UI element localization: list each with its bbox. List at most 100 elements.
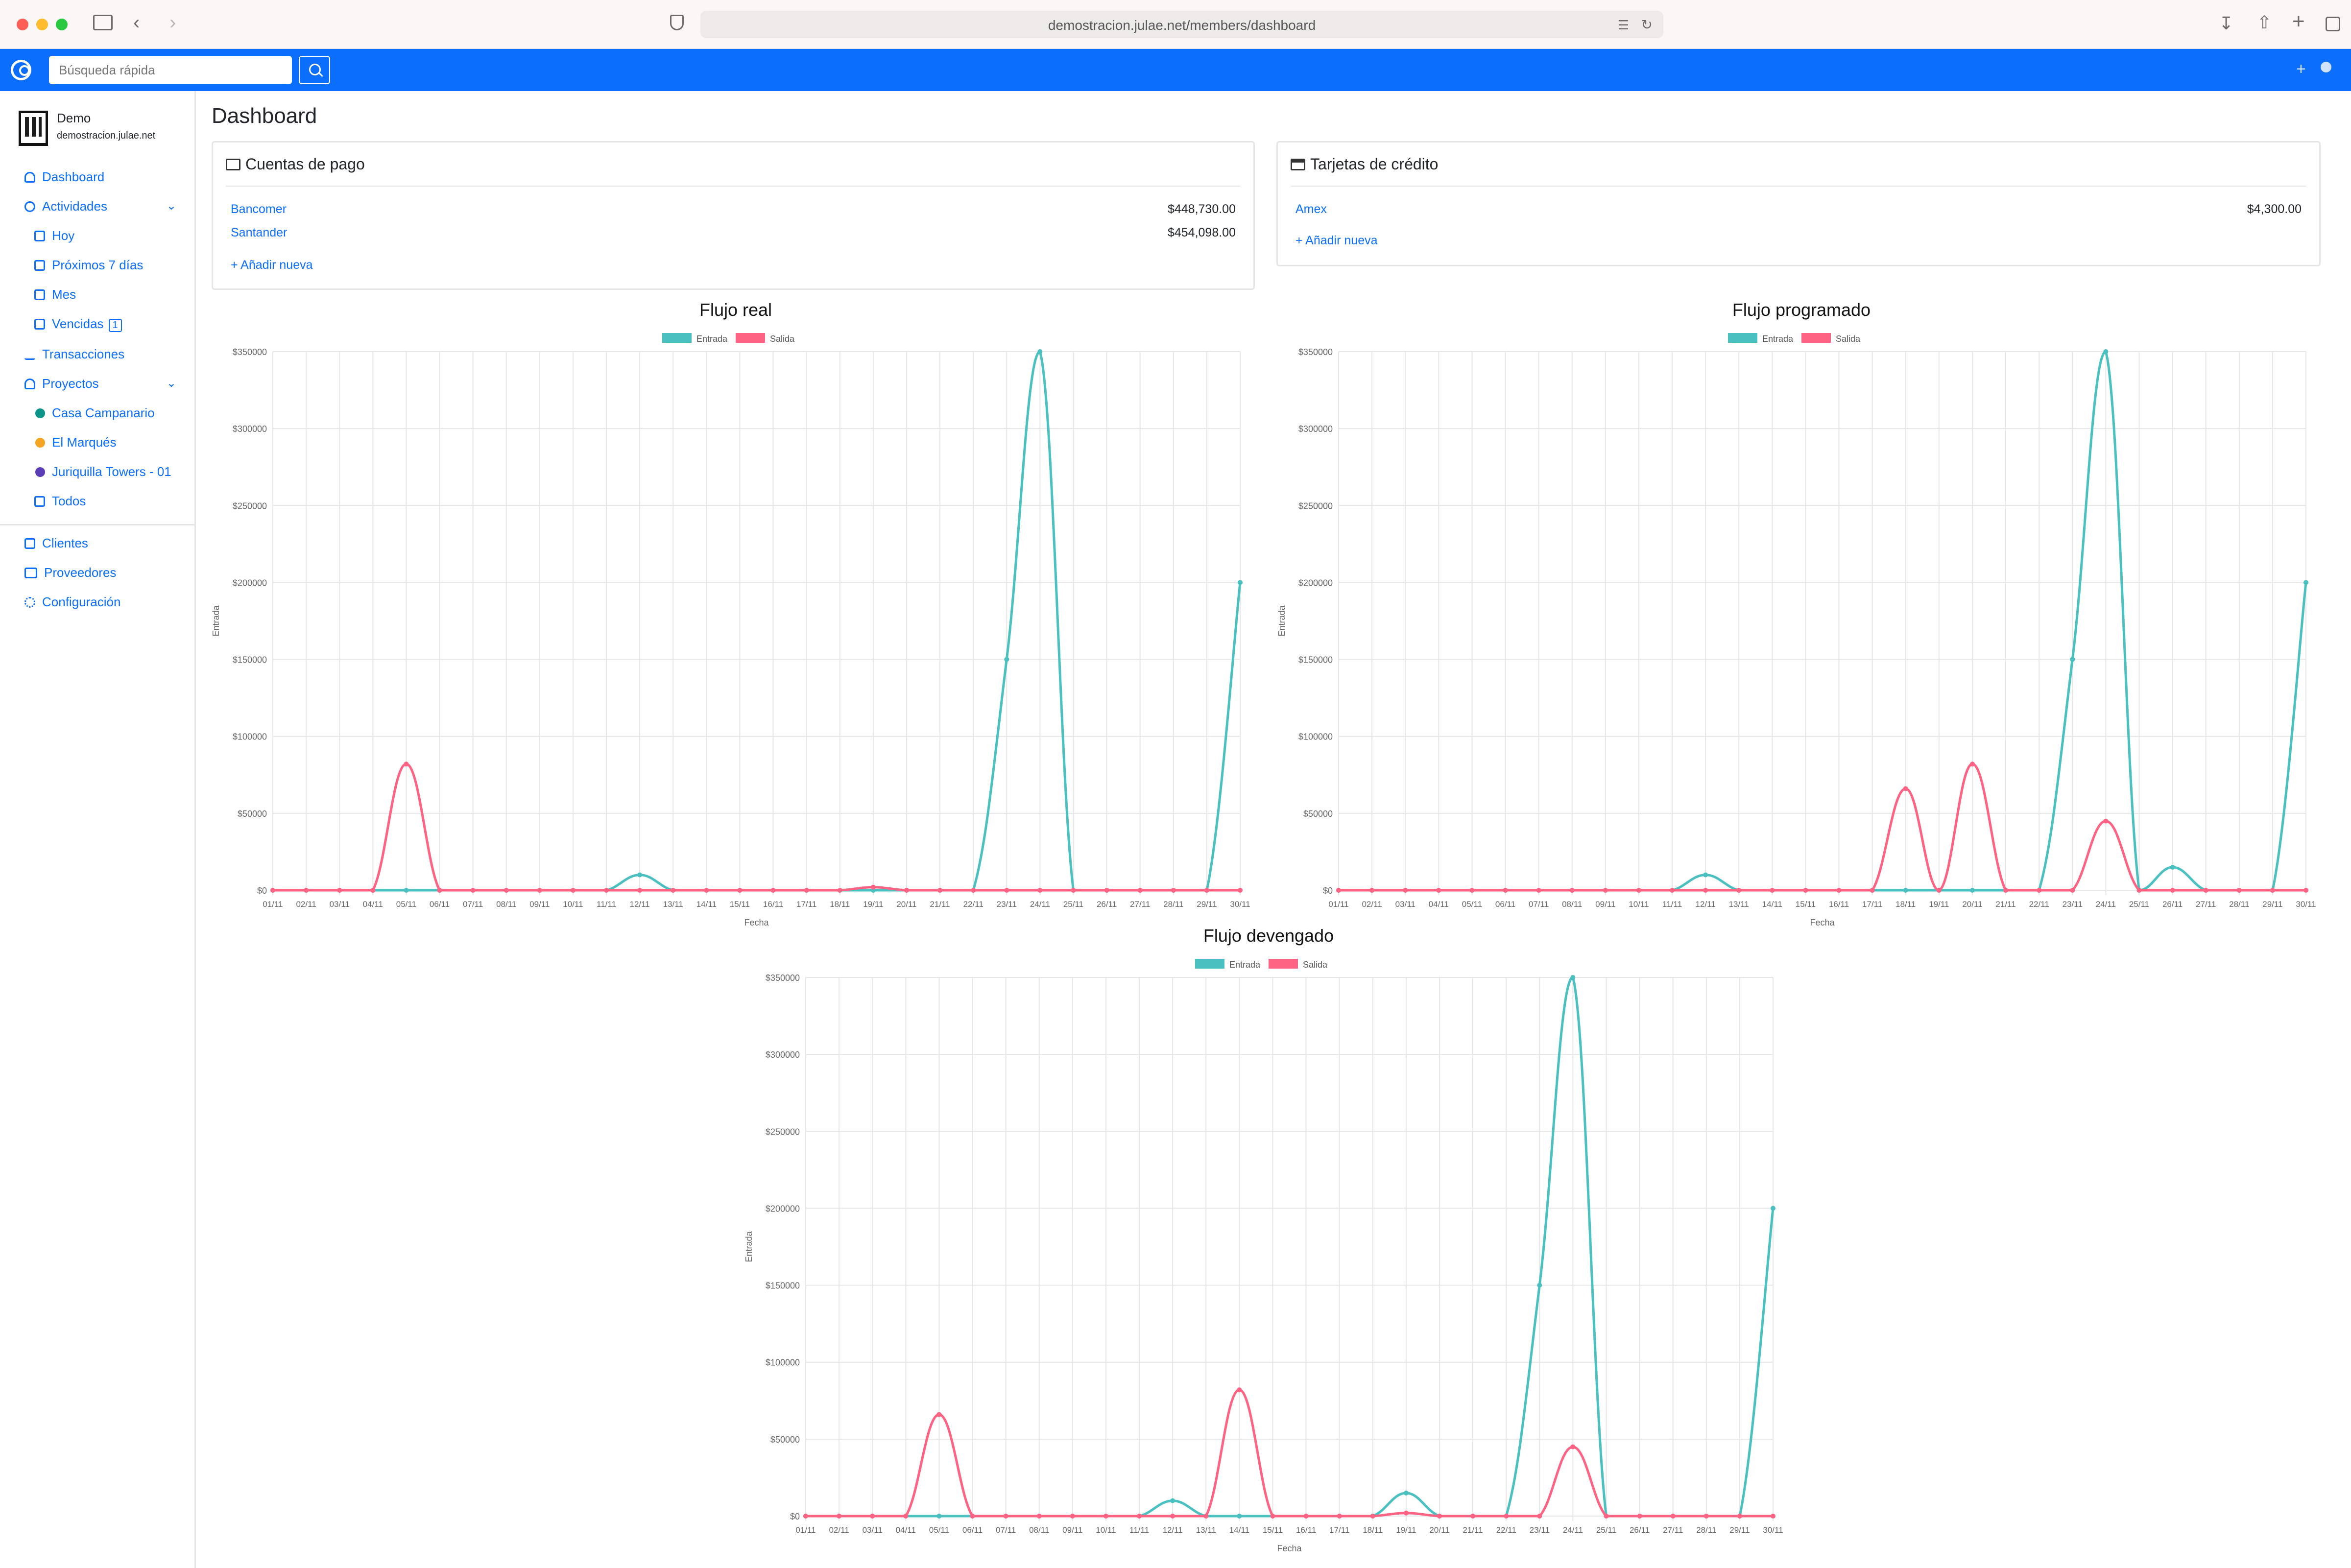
legend-label[interactable]: Salida xyxy=(1836,334,1861,344)
data-point-salida[interactable] xyxy=(971,888,976,893)
legend-swatch-entrada[interactable] xyxy=(1728,333,1757,343)
data-point-salida[interactable] xyxy=(837,888,842,893)
data-point-salida[interactable] xyxy=(1569,888,1575,893)
data-point-entrada[interactable] xyxy=(2170,864,2175,870)
data-point-salida[interactable] xyxy=(1437,1514,1442,1519)
data-point-entrada[interactable] xyxy=(1170,1498,1176,1503)
data-point-salida[interactable] xyxy=(1370,1514,1375,1519)
data-point-salida[interactable] xyxy=(671,888,676,893)
add-account-link[interactable]: + Añadir nueva xyxy=(231,258,313,272)
data-point-entrada[interactable] xyxy=(1238,580,1243,585)
data-point-salida[interactable] xyxy=(1604,1514,1609,1519)
share-icon[interactable]: ⇧ xyxy=(2257,13,2272,32)
close-window-icon[interactable] xyxy=(17,19,28,30)
sidebar-item-mes[interactable]: Mes xyxy=(34,287,76,302)
data-point-salida[interactable] xyxy=(504,888,509,893)
data-point-salida[interactable] xyxy=(1238,888,1243,893)
data-point-salida[interactable] xyxy=(1870,888,1875,893)
data-point-salida[interactable] xyxy=(1836,888,1842,893)
data-point-salida[interactable] xyxy=(1403,888,1408,893)
data-point-salida[interactable] xyxy=(1670,888,1675,893)
data-point-salida[interactable] xyxy=(1736,888,1742,893)
sidebar-item-todos[interactable]: Todos xyxy=(34,494,86,509)
data-point-entrada[interactable] xyxy=(404,888,409,893)
translate-icon[interactable]: ☰ xyxy=(1618,18,1629,33)
data-point-salida[interactable] xyxy=(1469,888,1475,893)
data-point-entrada[interactable] xyxy=(637,872,643,878)
data-point-entrada[interactable] xyxy=(1237,1514,1242,1519)
legend-label[interactable]: Entrada xyxy=(1229,960,1261,970)
data-point-salida[interactable] xyxy=(1536,888,1541,893)
card-link-amex[interactable]: Amex xyxy=(1295,202,1327,216)
data-point-salida[interactable] xyxy=(936,1412,942,1417)
chevron-down-icon[interactable]: ⌄ xyxy=(167,199,176,213)
legend-swatch-salida[interactable] xyxy=(1801,333,1831,343)
address-bar[interactable]: demostracion.julae.net/members/dashboard… xyxy=(700,11,1663,38)
legend-swatch-salida[interactable] xyxy=(1269,959,1298,969)
sidebar-item-casa-campanario[interactable]: Casa Campanario xyxy=(35,405,155,421)
data-point-entrada[interactable] xyxy=(1537,1283,1542,1288)
data-point-salida[interactable] xyxy=(1770,888,1775,893)
data-point-salida[interactable] xyxy=(370,888,376,893)
data-point-salida[interactable] xyxy=(770,888,776,893)
data-point-salida[interactable] xyxy=(903,1514,909,1519)
sidebar-item-dashboard[interactable]: Dashboard xyxy=(24,169,104,185)
data-point-entrada[interactable] xyxy=(2070,657,2075,662)
data-point-salida[interactable] xyxy=(2270,888,2275,893)
data-point-salida[interactable] xyxy=(870,884,876,890)
data-point-salida[interactable] xyxy=(270,888,275,893)
data-point-salida[interactable] xyxy=(1936,888,1942,893)
sidebar-item-transacciones[interactable]: Transacciones xyxy=(24,347,124,362)
data-point-salida[interactable] xyxy=(1237,1387,1242,1393)
data-point-salida[interactable] xyxy=(2303,888,2308,893)
data-point-salida[interactable] xyxy=(570,888,576,893)
data-point-salida[interactable] xyxy=(1504,1514,1509,1519)
data-point-salida[interactable] xyxy=(2236,888,2242,893)
data-point-salida[interactable] xyxy=(1171,888,1176,893)
legend-label[interactable]: Salida xyxy=(1303,960,1328,970)
data-point-salida[interactable] xyxy=(1170,1514,1176,1519)
data-point-entrada[interactable] xyxy=(1903,888,1908,893)
data-point-salida[interactable] xyxy=(1803,888,1808,893)
sidebar-item-clientes[interactable]: Clientes xyxy=(24,536,88,551)
legend-label[interactable]: Entrada xyxy=(696,334,728,344)
sidebar-item-vencidas[interactable]: Vencidas 1 xyxy=(34,316,122,332)
data-point-entrada[interactable] xyxy=(1037,349,1043,354)
data-point-salida[interactable] xyxy=(1637,1514,1642,1519)
data-point-entrada[interactable] xyxy=(1403,1490,1409,1496)
data-point-salida[interactable] xyxy=(1336,888,1341,893)
data-point-salida[interactable] xyxy=(1004,888,1009,893)
data-point-salida[interactable] xyxy=(1703,1514,1709,1519)
data-point-salida[interactable] xyxy=(1436,888,1441,893)
data-point-salida[interactable] xyxy=(2070,888,2075,893)
data-point-salida[interactable] xyxy=(1203,1514,1209,1519)
data-point-salida[interactable] xyxy=(803,1514,808,1519)
data-point-salida[interactable] xyxy=(2003,888,2009,893)
new-tab-icon[interactable]: + xyxy=(2292,11,2305,32)
data-point-salida[interactable] xyxy=(1204,888,1209,893)
data-point-salida[interactable] xyxy=(1503,888,1508,893)
sidebar-toggle-icon[interactable] xyxy=(93,15,113,30)
add-icon[interactable]: + xyxy=(2296,60,2306,79)
data-point-salida[interactable] xyxy=(904,888,909,893)
sidebar-item-hoy[interactable]: Hoy xyxy=(34,228,74,243)
data-point-entrada[interactable] xyxy=(1771,1206,1775,1211)
data-point-salida[interactable] xyxy=(704,888,709,893)
data-point-salida[interactable] xyxy=(1670,1514,1676,1519)
add-card-link[interactable]: + Añadir nueva xyxy=(1295,234,1378,248)
legend-label[interactable]: Salida xyxy=(770,334,795,344)
zoom-window-icon[interactable] xyxy=(56,19,68,30)
legend-swatch-entrada[interactable] xyxy=(662,333,692,343)
data-point-salida[interactable] xyxy=(1903,786,1908,791)
data-point-salida[interactable] xyxy=(304,888,309,893)
data-point-entrada[interactable] xyxy=(936,1514,942,1519)
data-point-salida[interactable] xyxy=(2103,818,2109,824)
privacy-shield-icon[interactable] xyxy=(670,15,684,30)
data-point-salida[interactable] xyxy=(1071,888,1076,893)
chevron-down-icon[interactable]: ⌄ xyxy=(167,376,176,390)
data-point-salida[interactable] xyxy=(970,1514,975,1519)
sidebar-item-configuracion[interactable]: Configuración xyxy=(24,594,120,610)
data-point-salida[interactable] xyxy=(337,888,342,893)
sidebar-item-proyectos[interactable]: Proyectos ⌄ xyxy=(24,376,186,391)
data-point-salida[interactable] xyxy=(1537,1514,1542,1519)
